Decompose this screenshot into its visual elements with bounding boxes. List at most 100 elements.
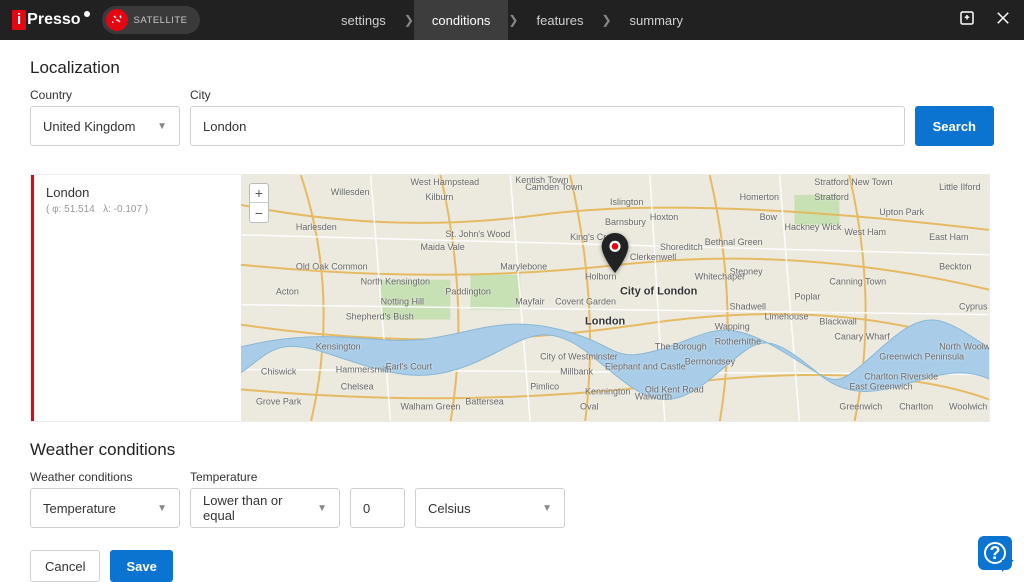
result-coords: ( φ: 51.514 λ: -0.107 ) — [46, 204, 229, 215]
caret-down-icon: ▼ — [157, 121, 167, 132]
svg-text:Hammersmith: Hammersmith — [336, 364, 392, 374]
comparator-select[interactable]: Lower than or equal ▼ — [190, 488, 340, 528]
map-area: London ( φ: 51.514 λ: -0.107 ) + − — [30, 174, 990, 422]
svg-text:Greenwich Peninsula: Greenwich Peninsula — [879, 351, 964, 361]
svg-text:Wapping: Wapping — [715, 322, 750, 332]
condition-field: Weather conditions Temperature ▼ — [30, 470, 180, 528]
svg-text:City of London: City of London — [620, 286, 698, 298]
svg-text:Shepherd's Bush: Shepherd's Bush — [346, 312, 414, 322]
step-summary[interactable]: summary — [612, 0, 701, 40]
condition-value: Temperature — [43, 501, 116, 516]
city-label: City — [190, 88, 905, 102]
zoom-in-button[interactable]: + — [250, 184, 268, 203]
save-button[interactable]: Save — [110, 550, 172, 582]
map-canvas[interactable]: + − — [241, 175, 989, 421]
content: Localization Country United Kingdom ▼ Ci… — [0, 40, 1024, 582]
unit-value: Celsius — [428, 501, 471, 516]
svg-text:Homerton: Homerton — [740, 192, 779, 202]
weather-section: Weather conditions Weather conditions Te… — [30, 440, 994, 528]
temperature-input[interactable] — [350, 488, 405, 528]
svg-text:Willesden: Willesden — [331, 187, 370, 197]
svg-text:Acton: Acton — [276, 287, 299, 297]
cancel-button[interactable]: Cancel — [30, 550, 100, 582]
svg-text:Stratford New Town: Stratford New Town — [814, 177, 892, 187]
svg-text:Barnsbury: Barnsbury — [605, 217, 646, 227]
svg-text:Bermondsey: Bermondsey — [685, 356, 736, 366]
satellite-label: SATELLITE — [134, 15, 188, 26]
wizard-steps: settings ❯ conditions ❯ features ❯ summa… — [323, 0, 701, 40]
svg-text:Covent Garden: Covent Garden — [555, 297, 616, 307]
step-features[interactable]: features — [518, 0, 601, 40]
chevron-right-icon: ❯ — [601, 13, 611, 27]
svg-text:Old Oak Common: Old Oak Common — [296, 262, 368, 272]
condition-select[interactable]: Temperature ▼ — [30, 488, 180, 528]
logo-i-icon: i — [12, 10, 26, 30]
caret-down-icon: ▼ — [157, 503, 167, 514]
step-settings[interactable]: settings — [323, 0, 404, 40]
svg-text:Hackney Wick: Hackney Wick — [785, 222, 842, 232]
comparator-field: Temperature Lower than or equal ▼ — [190, 470, 340, 528]
search-button[interactable]: Search — [915, 106, 994, 146]
svg-text:Clerkenwell: Clerkenwell — [630, 252, 676, 262]
svg-text:Walham Green: Walham Green — [401, 401, 461, 411]
svg-text:Oval: Oval — [580, 401, 598, 411]
svg-text:Harlesden: Harlesden — [296, 222, 337, 232]
svg-text:West Ham: West Ham — [844, 227, 886, 237]
country-value: United Kingdom — [43, 119, 136, 134]
help-fab[interactable]: ? — [978, 536, 1012, 570]
svg-text:The Borough: The Borough — [655, 342, 707, 352]
zoom-out-button[interactable]: − — [250, 203, 268, 222]
country-select[interactable]: United Kingdom ▼ — [30, 106, 180, 146]
save-draft-icon[interactable] — [958, 9, 976, 32]
svg-text:Earl's Court: Earl's Court — [386, 361, 433, 371]
map-zoom-controls: + − — [249, 183, 269, 223]
svg-text:West Hampstead: West Hampstead — [411, 177, 480, 187]
svg-text:Pimlico: Pimlico — [530, 381, 559, 391]
svg-text:Cyprus: Cyprus — [959, 302, 988, 312]
svg-text:Woolwich: Woolwich — [949, 401, 987, 411]
svg-text:Greenwich: Greenwich — [839, 401, 882, 411]
svg-text:Shoreditch: Shoreditch — [660, 242, 703, 252]
search-result-item[interactable]: London ( φ: 51.514 λ: -0.107 ) — [31, 175, 241, 421]
weather-row: Weather conditions Temperature ▼ Tempera… — [30, 470, 994, 528]
map-svg: London City of London City of Westminste… — [241, 175, 989, 421]
unit-field: Celsius ▼ — [415, 470, 565, 528]
country-label: Country — [30, 88, 180, 102]
top-bar: i Presso SATELLITE settings ❯ conditions… — [0, 0, 1024, 40]
svg-text:Charlton: Charlton — [899, 401, 933, 411]
svg-text:Poplar: Poplar — [794, 292, 820, 302]
top-actions — [958, 9, 1012, 32]
footer-actions: Cancel Save — [30, 550, 994, 582]
svg-text:City of Westminster: City of Westminster — [540, 351, 618, 361]
satellite-pill[interactable]: SATELLITE — [102, 6, 200, 34]
svg-text:Old Kent Road: Old Kent Road — [645, 384, 704, 394]
svg-text:Stratford: Stratford — [814, 192, 848, 202]
svg-text:Notting Hill: Notting Hill — [381, 297, 424, 307]
comparator-value: Lower than or equal — [203, 493, 317, 523]
unit-select[interactable]: Celsius ▼ — [415, 488, 565, 528]
svg-text:Shadwell: Shadwell — [730, 302, 766, 312]
svg-text:Kilburn: Kilburn — [425, 192, 453, 202]
svg-text:Canning Town: Canning Town — [829, 277, 886, 287]
satellite-icon — [106, 9, 128, 31]
svg-text:Little Ilford: Little Ilford — [939, 182, 980, 192]
svg-text:Maida Vale: Maida Vale — [421, 242, 465, 252]
svg-text:East Ham: East Ham — [929, 232, 968, 242]
svg-text:Limehouse: Limehouse — [765, 312, 809, 322]
svg-text:Paddington: Paddington — [445, 287, 490, 297]
svg-text:Hoxton: Hoxton — [650, 212, 678, 222]
map-marker-icon — [601, 233, 629, 278]
svg-text:St. John's Wood: St. John's Wood — [445, 229, 510, 239]
help-icon: ? — [984, 542, 1006, 564]
city-input[interactable] — [190, 106, 905, 146]
close-icon[interactable] — [994, 9, 1012, 32]
svg-text:Chelsea: Chelsea — [341, 381, 374, 391]
svg-text:Beckton: Beckton — [939, 262, 971, 272]
svg-text:Kensington: Kensington — [316, 342, 361, 352]
svg-text:Rotherhithe: Rotherhithe — [715, 337, 761, 347]
svg-text:East Greenwich: East Greenwich — [849, 381, 912, 391]
logo-wordmark: Presso — [27, 11, 80, 29]
result-city: London — [46, 185, 229, 200]
svg-text:North Woolwich: North Woolwich — [939, 342, 989, 352]
step-conditions[interactable]: conditions — [414, 0, 509, 40]
